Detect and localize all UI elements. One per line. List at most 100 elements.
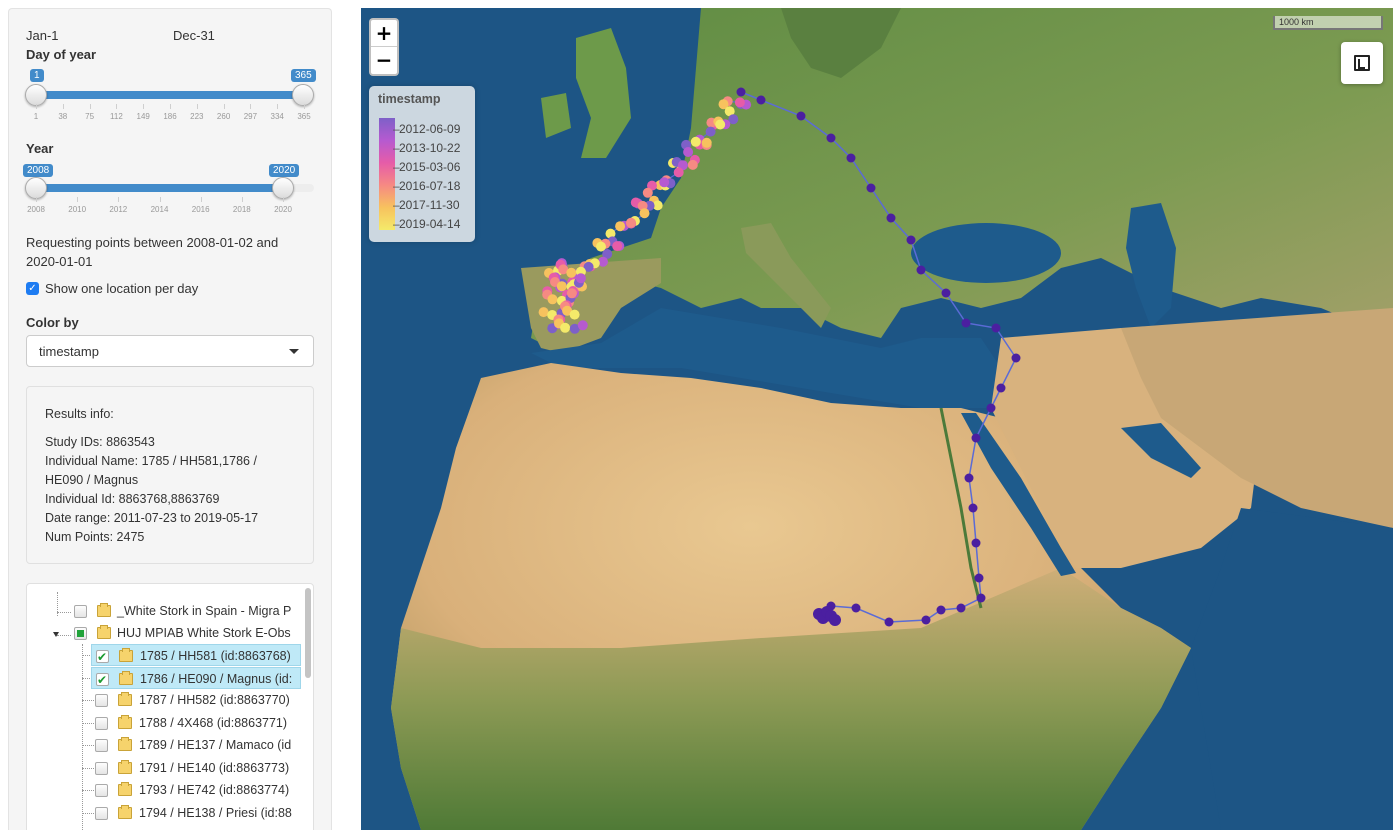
study-checkbox[interactable] bbox=[74, 605, 87, 618]
track-point[interactable] bbox=[547, 294, 558, 305]
year-grid-tick bbox=[77, 197, 79, 202]
individual-label[interactable]: 1793 / HE742 (id:8863774) bbox=[139, 779, 289, 801]
track-point[interactable] bbox=[626, 217, 636, 228]
track-point[interactable] bbox=[964, 473, 974, 483]
track-point[interactable] bbox=[1011, 353, 1021, 363]
track-point[interactable] bbox=[566, 267, 577, 278]
track-point[interactable] bbox=[941, 288, 951, 298]
individual-label[interactable]: 1789 / HE137 / Mamaco (id bbox=[139, 734, 291, 756]
year-to-handle[interactable] bbox=[272, 177, 294, 199]
zoom-out-button[interactable]: − bbox=[371, 47, 397, 74]
tree-individual-node[interactable]: 1788 / 4X468 (id:8863771) bbox=[91, 712, 301, 734]
track-point[interactable] bbox=[986, 403, 996, 413]
track-point[interactable] bbox=[690, 136, 701, 147]
day-grid-label: 297 bbox=[243, 112, 258, 121]
track-point[interactable] bbox=[829, 614, 841, 626]
individual-label[interactable]: 1787 / HH582 (id:8863770) bbox=[139, 689, 290, 711]
individual-checkbox[interactable] bbox=[95, 784, 108, 797]
individual-label[interactable]: 1786 / HE090 / Magnus (id: bbox=[140, 668, 292, 690]
track-point[interactable] bbox=[971, 433, 981, 443]
track-point[interactable] bbox=[673, 167, 684, 178]
track-point[interactable] bbox=[936, 605, 946, 615]
tree-individual-node[interactable]: 1789 / HE137 / Mamaco (id bbox=[91, 734, 301, 756]
individual-checkbox[interactable] bbox=[95, 806, 108, 820]
zoom-in-button[interactable]: + bbox=[371, 20, 397, 47]
track-point[interactable] bbox=[659, 177, 670, 188]
study-checkbox[interactable] bbox=[74, 627, 87, 640]
individual-label[interactable]: 1794 / HE138 / Priesi (id:88 bbox=[139, 802, 292, 824]
tree-individual-node[interactable]: 1794 / HE138 / Priesi (id:88 bbox=[91, 802, 301, 824]
tree-individual-node[interactable]: 1791 / HE140 (id:8863773) bbox=[91, 757, 301, 779]
one-per-day-label[interactable]: Show one location per day bbox=[45, 281, 198, 296]
tree-individual-node[interactable]: 1793 / HE742 (id:8863774) bbox=[91, 779, 301, 801]
study-tree[interactable]: _White Stork in Spain - Migra P HUJ MPIA… bbox=[26, 583, 314, 830]
track-point[interactable] bbox=[866, 183, 876, 193]
individual-checkbox[interactable] bbox=[95, 716, 108, 730]
track-point[interactable] bbox=[886, 213, 896, 223]
day-grid-label: 365 bbox=[297, 112, 311, 121]
individual-label[interactable]: 1785 / HH581 (id:8863768) bbox=[140, 645, 291, 667]
track-point[interactable] bbox=[921, 615, 931, 625]
individual-checkbox[interactable] bbox=[96, 646, 109, 668]
track-point[interactable] bbox=[687, 159, 698, 170]
color-by-select[interactable]: timestamp bbox=[26, 335, 314, 367]
day-to-handle[interactable] bbox=[292, 84, 314, 106]
track-point[interactable] bbox=[796, 111, 806, 121]
track-point[interactable] bbox=[736, 87, 746, 97]
track-point[interactable] bbox=[991, 323, 1001, 333]
track-point[interactable] bbox=[639, 208, 650, 219]
track-point[interactable] bbox=[756, 95, 766, 105]
individual-checkbox[interactable] bbox=[95, 694, 108, 707]
track-point[interactable] bbox=[916, 265, 926, 275]
one-per-day-checkbox[interactable]: ✓ bbox=[26, 282, 39, 295]
track-point[interactable] bbox=[715, 119, 726, 130]
track-point[interactable] bbox=[577, 320, 588, 331]
track-point[interactable] bbox=[974, 573, 984, 583]
track-point[interactable] bbox=[976, 593, 986, 603]
track-point[interactable] bbox=[971, 538, 981, 548]
tree-scrollbar[interactable] bbox=[305, 588, 311, 678]
day-from-handle[interactable] bbox=[25, 84, 47, 106]
tree-individual-node[interactable]: 1785 / HH581 (id:8863768) bbox=[91, 644, 301, 668]
individual-checkbox[interactable] bbox=[96, 669, 109, 691]
study-label[interactable]: HUJ MPIAB White Stork E-Obs bbox=[117, 622, 291, 644]
track-point[interactable] bbox=[615, 221, 626, 232]
individual-label[interactable]: 1788 / 4X468 (id:8863771) bbox=[139, 712, 287, 734]
track-point[interactable] bbox=[846, 153, 856, 163]
track-point[interactable] bbox=[560, 322, 571, 333]
year-from-handle[interactable] bbox=[25, 177, 47, 199]
fullscreen-button[interactable] bbox=[1341, 42, 1383, 84]
track-point[interactable] bbox=[538, 307, 549, 318]
track-point[interactable] bbox=[642, 187, 653, 198]
tree-individual-node[interactable]: 1787 / HH582 (id:8863770) bbox=[91, 689, 301, 711]
track-point[interactable] bbox=[705, 126, 716, 137]
track-point[interactable] bbox=[906, 235, 916, 245]
track-point[interactable] bbox=[956, 603, 966, 613]
expand-arrow-icon[interactable] bbox=[53, 632, 59, 637]
tree-study-node[interactable]: HUJ MPIAB White Stork E-Obs bbox=[71, 622, 311, 644]
track-point[interactable] bbox=[961, 318, 971, 328]
track-point[interactable] bbox=[968, 503, 978, 513]
track-point[interactable] bbox=[569, 309, 580, 320]
map-view[interactable]: + − 1000 km timestamp 2012-06-09 2013-10… bbox=[361, 8, 1393, 830]
track-point[interactable] bbox=[826, 133, 836, 143]
track-point[interactable] bbox=[851, 603, 861, 613]
day-grid-tick bbox=[36, 104, 37, 109]
results-header: Results info: bbox=[45, 407, 114, 421]
study-label[interactable]: _White Stork in Spain - Migra P bbox=[117, 600, 291, 622]
track-point[interactable] bbox=[734, 97, 745, 108]
tree-individual-node[interactable]: 1786 / HE090 / Magnus (id: bbox=[91, 666, 301, 691]
track-point[interactable] bbox=[996, 383, 1006, 393]
track-point[interactable] bbox=[612, 241, 623, 252]
tree-study-node[interactable]: _White Stork in Spain - Migra P bbox=[71, 600, 311, 622]
individual-checkbox[interactable] bbox=[95, 739, 108, 752]
individual-checkbox[interactable] bbox=[95, 761, 108, 775]
track-point[interactable] bbox=[556, 281, 567, 292]
track-point[interactable] bbox=[884, 617, 894, 627]
track-point[interactable] bbox=[701, 137, 712, 148]
track-point[interactable] bbox=[575, 273, 586, 284]
individual-label[interactable]: 1791 / HE140 (id:8863773) bbox=[139, 757, 289, 779]
track-point[interactable] bbox=[683, 147, 694, 157]
day-grid-label: 149 bbox=[136, 112, 150, 121]
track-point[interactable] bbox=[566, 288, 577, 299]
